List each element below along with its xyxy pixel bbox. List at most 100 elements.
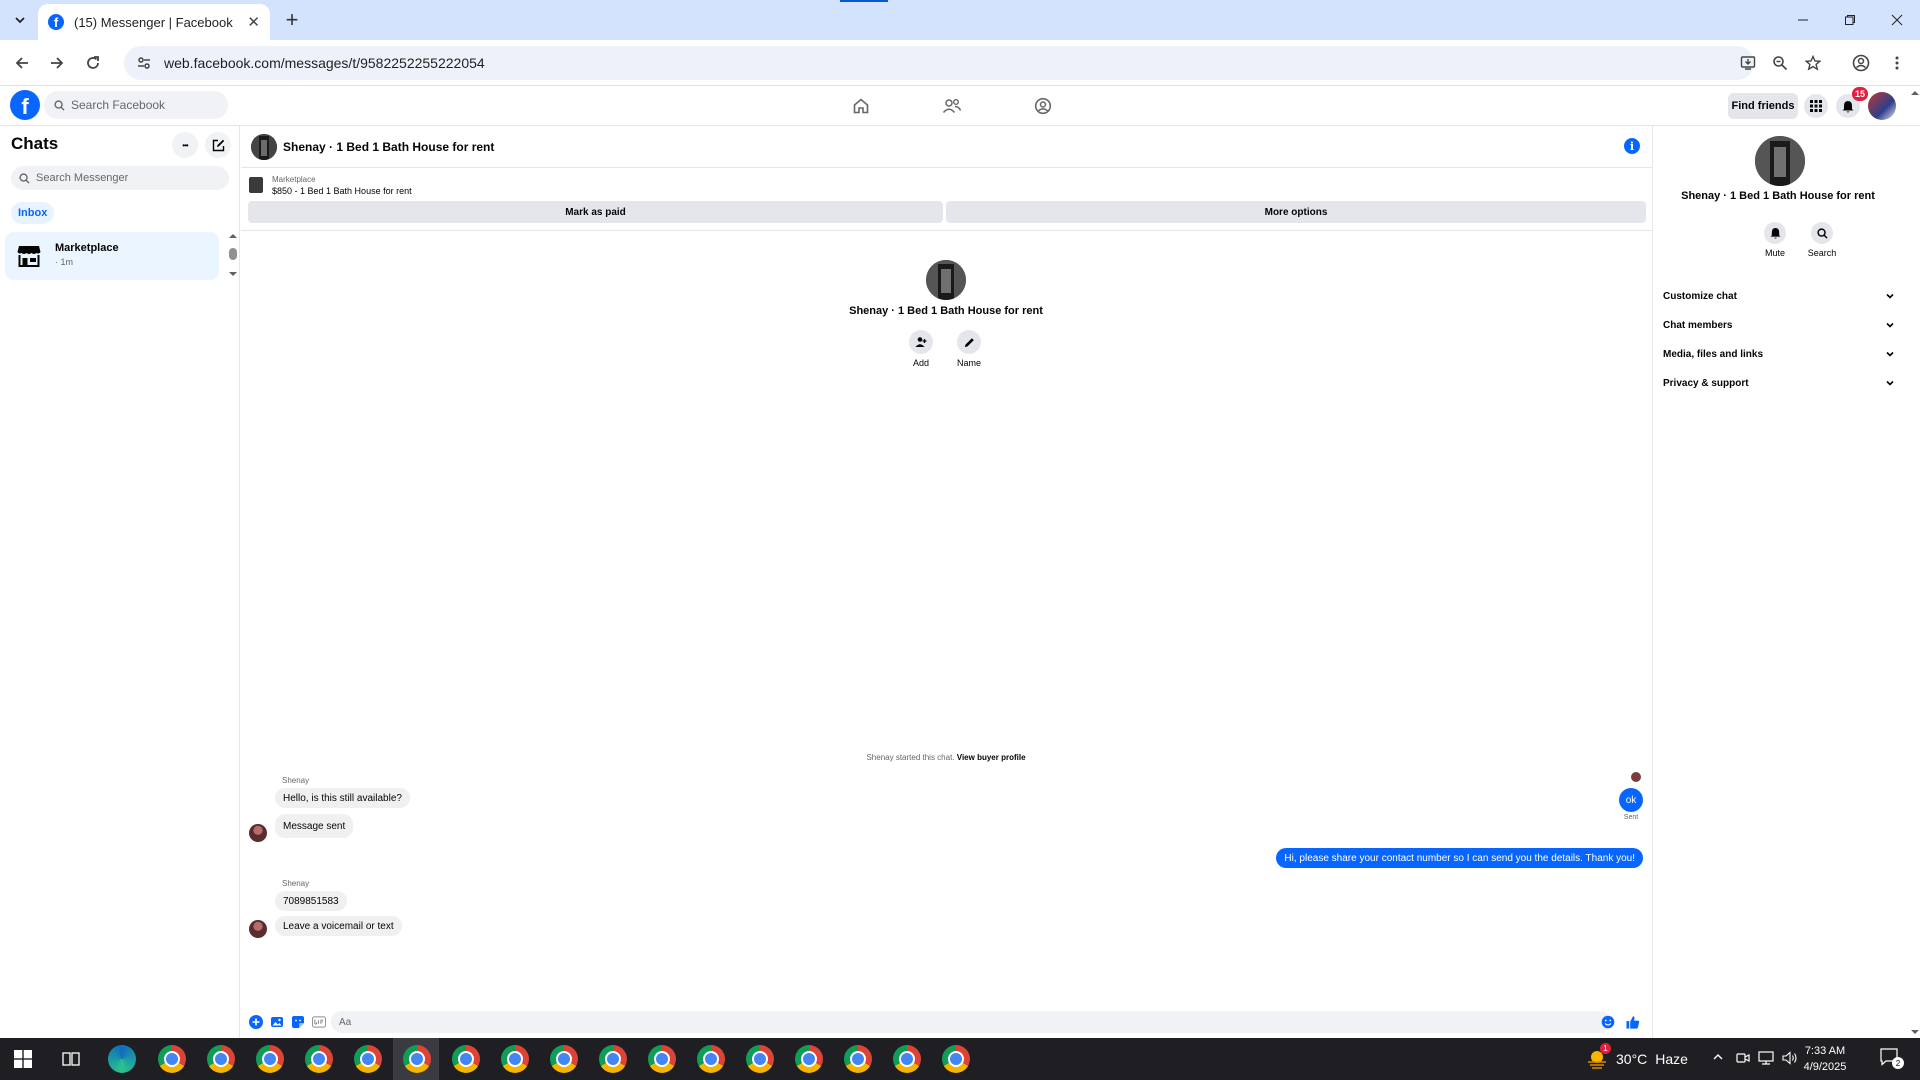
edge-browser-icon[interactable] bbox=[108, 1045, 136, 1073]
section-label: Chat members bbox=[1663, 319, 1733, 331]
chrome-app-icon[interactable] bbox=[648, 1045, 676, 1073]
chrome-app-icon[interactable] bbox=[452, 1045, 480, 1073]
sender-avatar[interactable] bbox=[249, 824, 267, 842]
page-scrollbar[interactable] bbox=[1910, 90, 1920, 1038]
privacy-support-section[interactable]: Privacy & support bbox=[1663, 371, 1895, 395]
chrome-app-icon[interactable] bbox=[746, 1045, 774, 1073]
chrome-app-icon[interactable] bbox=[158, 1045, 186, 1073]
add-member-button[interactable]: Add bbox=[901, 330, 941, 368]
message-input[interactable]: Aa bbox=[331, 1011, 1611, 1033]
tab-inbox[interactable]: Inbox bbox=[11, 202, 55, 224]
listing-title[interactable]: $850 - 1 Bed 1 Bath House for rent bbox=[272, 186, 412, 196]
customize-chat-section[interactable]: Customize chat bbox=[1663, 284, 1895, 308]
emoji-icon[interactable] bbox=[1601, 1015, 1615, 1029]
message-sender: Shenay bbox=[282, 776, 310, 785]
weather-widget[interactable]: 1 30°C Haze bbox=[1586, 1043, 1688, 1069]
more-actions-plus-icon[interactable] bbox=[249, 1015, 263, 1029]
chrome-app-icon[interactable] bbox=[305, 1045, 333, 1073]
chrome-app-icon[interactable] bbox=[844, 1045, 872, 1073]
mute-label: Mute bbox=[1764, 248, 1785, 258]
mute-button[interactable]: Mute bbox=[1755, 222, 1795, 258]
chrome-app-icon[interactable] bbox=[501, 1045, 529, 1073]
browser-menu-icon[interactable] bbox=[1885, 51, 1909, 75]
chrome-app-icon[interactable] bbox=[893, 1045, 921, 1073]
meet-now-icon[interactable] bbox=[1736, 1051, 1750, 1068]
facebook-logo-letter: f bbox=[21, 94, 29, 119]
chrome-app-icon[interactable] bbox=[599, 1045, 627, 1073]
temperature: 30°C bbox=[1616, 1051, 1648, 1067]
marketplace-label: Marketplace bbox=[272, 175, 316, 184]
chrome-app-icon[interactable] bbox=[795, 1045, 823, 1073]
browser-tab-messenger[interactable]: f (15) Messenger | Facebook ✕ bbox=[38, 4, 270, 40]
search-in-chat-button[interactable]: Search bbox=[1802, 222, 1842, 258]
attach-photo-icon[interactable] bbox=[270, 1015, 284, 1029]
chats-options-button[interactable]: ••• bbox=[172, 132, 198, 158]
chat-members-section[interactable]: Chat members bbox=[1663, 313, 1895, 337]
facebook-logo-icon[interactable]: f bbox=[10, 90, 40, 120]
messenger-search-input[interactable]: Search Messenger bbox=[11, 166, 229, 190]
message-bubble-outgoing[interactable]: ok bbox=[1619, 788, 1643, 812]
system-clock[interactable]: 7:33 AM 4/9/2025 bbox=[1790, 1043, 1860, 1075]
conversation-title[interactable]: Shenay · 1 Bed 1 Bath House for rent bbox=[283, 140, 494, 154]
media-files-links-section[interactable]: Media, files and links bbox=[1663, 342, 1895, 366]
more-options-button[interactable]: More options bbox=[946, 201, 1646, 223]
network-icon[interactable] bbox=[1758, 1051, 1774, 1068]
chrome-app-icon[interactable] bbox=[207, 1045, 235, 1073]
install-app-icon[interactable] bbox=[1736, 51, 1760, 75]
profile-icon[interactable] bbox=[1849, 51, 1873, 75]
chrome-app-icon[interactable] bbox=[256, 1045, 284, 1073]
message-bubble-incoming[interactable]: Message sent bbox=[275, 814, 354, 838]
chrome-app-icon[interactable] bbox=[942, 1045, 970, 1073]
close-window-icon[interactable] bbox=[1882, 8, 1912, 32]
message-bubble-outgoing[interactable]: Hi, please share your contact number so … bbox=[1276, 848, 1643, 868]
tab-search-chevron-icon[interactable] bbox=[8, 8, 32, 32]
chats-scrollbar[interactable] bbox=[228, 234, 238, 278]
chrome-app-icon-active[interactable] bbox=[403, 1045, 431, 1073]
chrome-app-icon[interactable] bbox=[354, 1045, 382, 1073]
facebook-search-input[interactable]: Search Facebook bbox=[44, 91, 228, 119]
notification-center-icon[interactable]: 2 bbox=[1880, 1048, 1904, 1070]
listing-thumbnail[interactable] bbox=[249, 177, 263, 193]
nav-profile-icon[interactable] bbox=[1028, 92, 1058, 120]
new-tab-button[interactable]: + bbox=[280, 7, 304, 32]
intro-avatar[interactable] bbox=[926, 260, 966, 300]
site-settings-icon[interactable] bbox=[136, 55, 152, 71]
chrome-app-icon[interactable] bbox=[550, 1045, 578, 1073]
windows-start-icon[interactable] bbox=[14, 1050, 32, 1068]
tab-close-icon[interactable]: ✕ bbox=[247, 13, 260, 31]
bookmark-star-icon[interactable] bbox=[1801, 51, 1825, 75]
view-buyer-profile-link[interactable]: View buyer profile bbox=[957, 753, 1026, 762]
find-friends-button[interactable]: Find friends bbox=[1728, 93, 1798, 119]
zoom-icon[interactable] bbox=[1768, 51, 1792, 75]
chats-panel: Chats ••• Search Messenger Inbox Marketp… bbox=[0, 126, 240, 1038]
message-bubble-incoming[interactable]: 7089851583 bbox=[275, 891, 347, 911]
new-message-button[interactable] bbox=[205, 132, 231, 158]
chrome-app-icon[interactable] bbox=[697, 1045, 725, 1073]
conversation-avatar[interactable] bbox=[251, 134, 277, 160]
restore-icon[interactable] bbox=[1835, 8, 1865, 32]
nav-friends-icon[interactable] bbox=[937, 92, 967, 120]
tray-overflow-chevron-icon[interactable] bbox=[1712, 1051, 1724, 1066]
menu-grid-icon[interactable] bbox=[1804, 94, 1828, 118]
details-avatar[interactable] bbox=[1755, 136, 1805, 186]
gif-icon[interactable] bbox=[312, 1015, 326, 1029]
message-status: Sent bbox=[1623, 814, 1639, 821]
minimize-icon[interactable] bbox=[1788, 8, 1818, 32]
message-bubble-incoming[interactable]: Hello, is this still available? bbox=[275, 788, 410, 808]
sticker-icon[interactable] bbox=[291, 1015, 305, 1029]
task-view-icon[interactable] bbox=[62, 1050, 80, 1068]
forward-arrow-icon[interactable] bbox=[45, 51, 69, 75]
section-label: Media, files and links bbox=[1663, 348, 1764, 360]
like-thumbs-up-icon[interactable] bbox=[1626, 1015, 1640, 1029]
sender-avatar[interactable] bbox=[249, 920, 267, 938]
message-bubble-incoming[interactable]: Leave a voicemail or text bbox=[275, 916, 402, 936]
reload-icon[interactable] bbox=[81, 51, 105, 75]
back-arrow-icon[interactable] bbox=[10, 51, 34, 75]
address-bar[interactable]: web.facebook.com/messages/t/958225225522… bbox=[124, 46, 1754, 80]
nav-home-icon[interactable] bbox=[846, 92, 876, 120]
account-avatar[interactable] bbox=[1868, 92, 1896, 120]
conversation-info-icon[interactable]: i bbox=[1624, 138, 1640, 154]
mark-as-paid-button[interactable]: Mark as paid bbox=[248, 201, 943, 223]
name-chat-button[interactable]: Name bbox=[949, 330, 989, 368]
chat-list-item[interactable]: Marketplace · 1m bbox=[5, 232, 219, 280]
